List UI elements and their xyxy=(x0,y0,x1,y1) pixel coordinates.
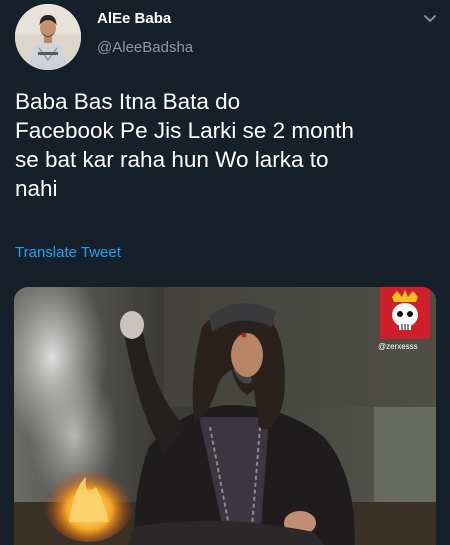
skull-crown-icon xyxy=(380,287,430,339)
author-handle[interactable]: @AleeBadsha xyxy=(97,39,193,56)
chevron-down-icon[interactable] xyxy=(420,8,440,28)
tweet-text: Baba Bas Itna Bata do Facebook Pe Jis La… xyxy=(15,87,435,203)
avatar[interactable] xyxy=(15,4,81,70)
tweet-text-line: nahi xyxy=(15,176,58,201)
translate-tweet-link[interactable]: Translate Tweet xyxy=(15,244,121,261)
tweet-card: AlEe Baba @AleeBadsha Baba Bas Itna Bata… xyxy=(0,0,450,545)
tweet-media-image[interactable] xyxy=(14,287,436,545)
watermark-text: @zerxesss xyxy=(378,342,418,351)
tweet-text-line: Baba Bas Itna Bata do xyxy=(15,89,241,114)
author-display-name[interactable]: AlEe Baba xyxy=(97,10,171,27)
tweet-text-line: Facebook Pe Jis Larki se 2 month xyxy=(15,118,354,143)
tweet-text-line: se bat kar raha hun Wo larka to xyxy=(15,147,329,172)
